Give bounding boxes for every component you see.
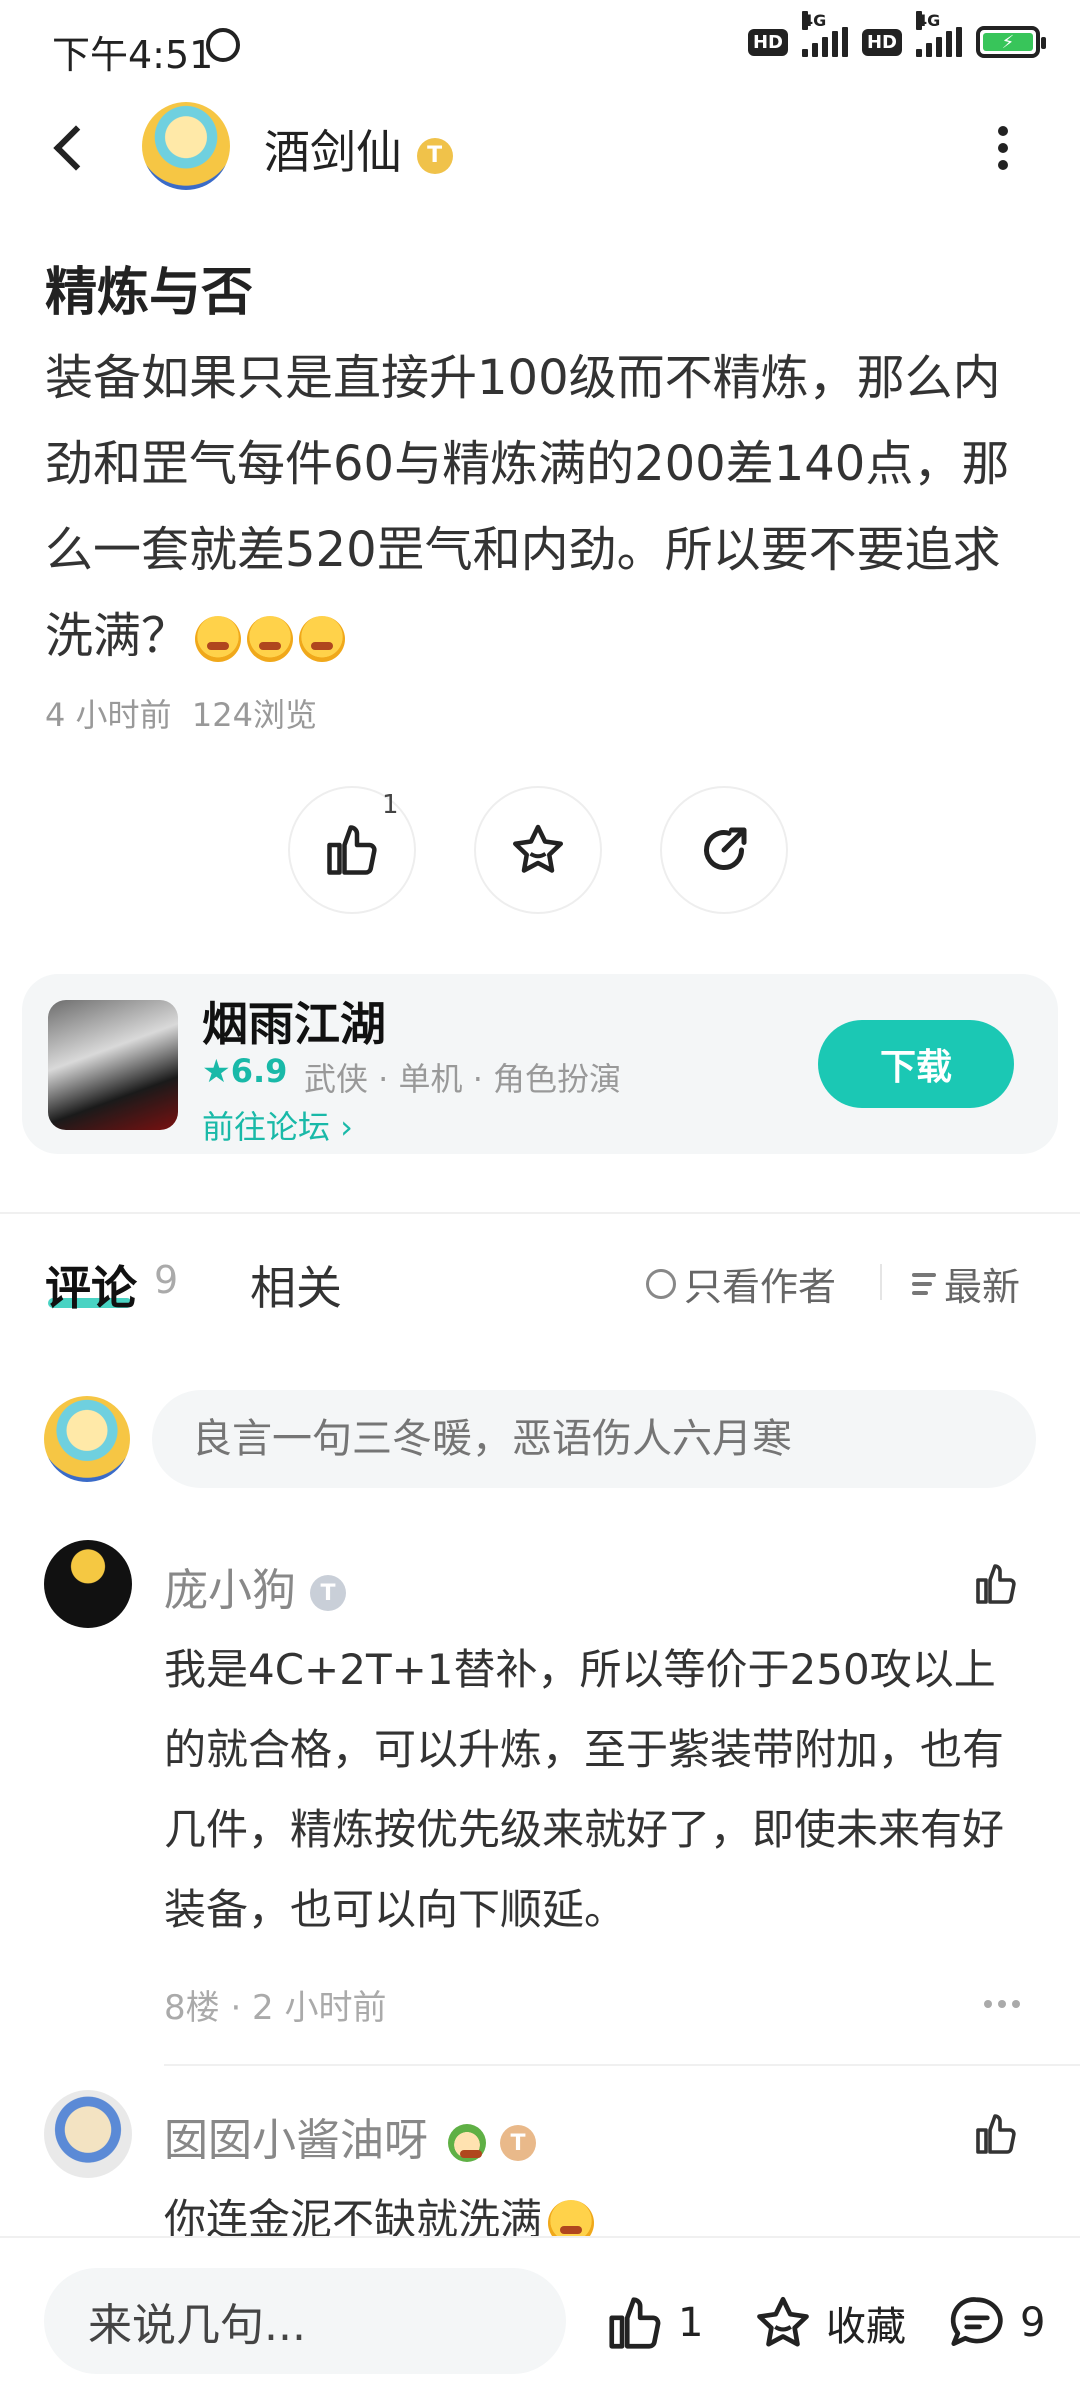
tab-comments[interactable]: 评论	[45, 1252, 137, 1318]
commenter-avatar[interactable]	[44, 1540, 132, 1628]
game-forum-link[interactable]: 前往论坛 ›	[202, 1102, 353, 1148]
emoji-icon	[299, 616, 346, 662]
radio-circle-icon	[646, 1268, 676, 1299]
hd-icon: HD	[861, 28, 902, 56]
comment-input[interactable]	[152, 1390, 1036, 1488]
alarm-icon	[206, 28, 240, 62]
game-name: 烟雨江湖	[202, 997, 386, 1051]
level-badge-icon: T	[416, 137, 453, 174]
bottom-comment-button[interactable]: 9	[946, 2292, 1045, 2354]
thumbs-up-icon	[609, 2297, 661, 2349]
status-bar: 下午4:51 HD 4G HD 4G ⚡	[0, 0, 1080, 90]
comment-meta: 8楼 · 2 小时前	[164, 1988, 387, 2028]
sort-newest-button[interactable]: 最新	[912, 1256, 1020, 1311]
emoji-icon	[195, 616, 242, 662]
post-views: 124浏览	[191, 696, 317, 734]
commenter-avatar[interactable]	[44, 2090, 132, 2178]
comment-like-button[interactable]	[972, 2110, 1020, 2162]
thumbs-up-icon	[976, 1564, 1016, 1604]
sort-icon	[912, 1272, 936, 1295]
commenter-name[interactable]: 囡囡小酱油呀 T	[164, 2104, 536, 2168]
author-avatar[interactable]	[142, 102, 230, 190]
comment-more-button[interactable]	[984, 2000, 1020, 2008]
tab-related[interactable]: 相关	[250, 1252, 342, 1318]
divider	[880, 1264, 882, 1300]
comment-text: 你连金泥不缺就洗满	[164, 2180, 1034, 2236]
status-time: 下午4:51	[52, 33, 214, 77]
post-title: 精炼与否	[45, 263, 254, 323]
comment-like-button[interactable]	[972, 1560, 1020, 1612]
signal-icon: 4G	[801, 11, 848, 57]
game-tags: 武侠 · 单机 · 角色扮演	[304, 1060, 622, 1098]
post-time: 4 小时前	[45, 696, 172, 734]
like-count: 1	[382, 790, 399, 820]
bottom-favorite-button[interactable]: 收藏	[752, 2292, 906, 2354]
post-body: 装备如果只是直接升100级而不精炼，那么内劲和罡气每件60与精炼满的200差14…	[45, 350, 1010, 664]
download-button[interactable]: 下载	[818, 1020, 1014, 1108]
tab-comments-count: 9	[154, 1258, 179, 1302]
game-rating: ★6.9	[202, 1052, 288, 1090]
bottom-like-button[interactable]: 1	[604, 2292, 703, 2354]
share-icon	[704, 827, 747, 871]
level-badge-icon: T	[310, 1575, 346, 1611]
divider	[164, 2064, 1080, 2066]
thumbs-up-icon	[976, 2114, 1016, 2154]
thumbs-up-icon	[327, 825, 377, 875]
comment-bubble-icon	[950, 2297, 1003, 2346]
signal-icon: 4G	[916, 11, 962, 57]
bottom-comment-input[interactable]: 来说几句...	[44, 2268, 566, 2374]
avatar-emoji-icon	[448, 2124, 486, 2162]
commenter-name[interactable]: 庞小狗 T	[164, 1554, 346, 1618]
share-button[interactable]	[660, 786, 788, 914]
hd-icon: HD	[747, 28, 788, 56]
star-icon	[513, 824, 563, 873]
status-indicators: HD 4G HD 4G ⚡	[747, 11, 1046, 58]
author-name[interactable]: 酒剑仙 T	[264, 116, 453, 182]
comment-text: 我是4C+2T+1替补，所以等价于250攻以上的就合格，可以升炼，至于紫装带附加…	[164, 1645, 1005, 1934]
emoji-icon	[247, 616, 294, 662]
level-badge-icon: T	[500, 2125, 536, 2161]
post-meta: 4 小时前 124浏览	[45, 690, 317, 736]
more-options-button[interactable]	[996, 126, 1010, 170]
user-avatar	[44, 1396, 130, 1482]
emoji-icon	[548, 2199, 595, 2236]
battery-icon: ⚡	[976, 26, 1046, 58]
game-cover-image[interactable]	[48, 1000, 178, 1130]
star-icon	[757, 2296, 809, 2347]
favorite-button[interactable]	[474, 786, 602, 914]
only-author-toggle[interactable]: 只看作者	[646, 1256, 836, 1311]
divider	[0, 1212, 1080, 1214]
back-button[interactable]	[50, 118, 90, 178]
